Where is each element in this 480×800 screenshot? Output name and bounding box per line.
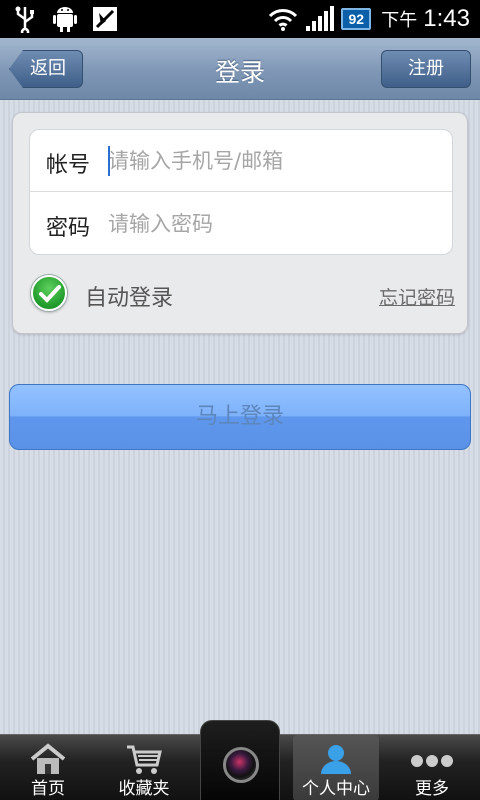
- tab-label: 收藏夹: [118, 779, 170, 799]
- clock-time: 1:43: [423, 5, 470, 32]
- account-row: 帐号: [30, 130, 452, 192]
- cell-signal-icon: [306, 6, 335, 31]
- checkmark-icon: [39, 285, 61, 303]
- battery-icon: 92: [341, 8, 372, 30]
- credential-fields: 帐号 密码: [29, 129, 453, 255]
- text-caret: [108, 146, 110, 176]
- tab-label: 更多: [415, 779, 449, 799]
- home-icon: [30, 743, 66, 774]
- person-icon: [321, 745, 351, 774]
- password-label: 密码: [46, 216, 91, 241]
- tab-home[interactable]: 首页: [0, 735, 96, 800]
- tab-label: 首页: [31, 779, 65, 799]
- cart-icon: [127, 745, 162, 774]
- android-debug-icon: [53, 7, 77, 32]
- tab-favorites[interactable]: 收藏夹: [96, 735, 192, 800]
- forgot-password-link[interactable]: 忘记密码: [379, 283, 455, 310]
- title-bar: 返回 登录 注册: [0, 38, 480, 100]
- clock-ampm: 下午: [381, 10, 418, 31]
- status-bar: 92 下午 1:43: [0, 0, 480, 38]
- tab-personal-center[interactable]: 个人中心: [293, 735, 379, 800]
- camera-icon: [223, 747, 259, 783]
- account-input[interactable]: [108, 144, 438, 178]
- tab-label: 个人中心: [302, 779, 370, 799]
- more-icon: [411, 755, 453, 767]
- signal-off-icon: [93, 7, 117, 31]
- register-button[interactable]: 注册: [381, 50, 471, 88]
- tab-more[interactable]: 更多: [384, 735, 480, 800]
- login-button[interactable]: 马上登录: [9, 384, 471, 450]
- auto-login-label: 自动登录: [85, 286, 174, 311]
- account-label: 帐号: [46, 153, 91, 178]
- usb-icon: [15, 6, 34, 33]
- tab-camera[interactable]: [200, 720, 280, 800]
- login-card: 帐号 密码 自动登录 忘记密码: [12, 112, 468, 334]
- auto-login-row: 自动登录 忘记密码: [31, 273, 455, 313]
- password-row: 密码: [30, 193, 452, 255]
- wifi-icon: [269, 9, 298, 31]
- password-input[interactable]: [108, 207, 438, 241]
- auto-login-checkbox[interactable]: [31, 275, 67, 311]
